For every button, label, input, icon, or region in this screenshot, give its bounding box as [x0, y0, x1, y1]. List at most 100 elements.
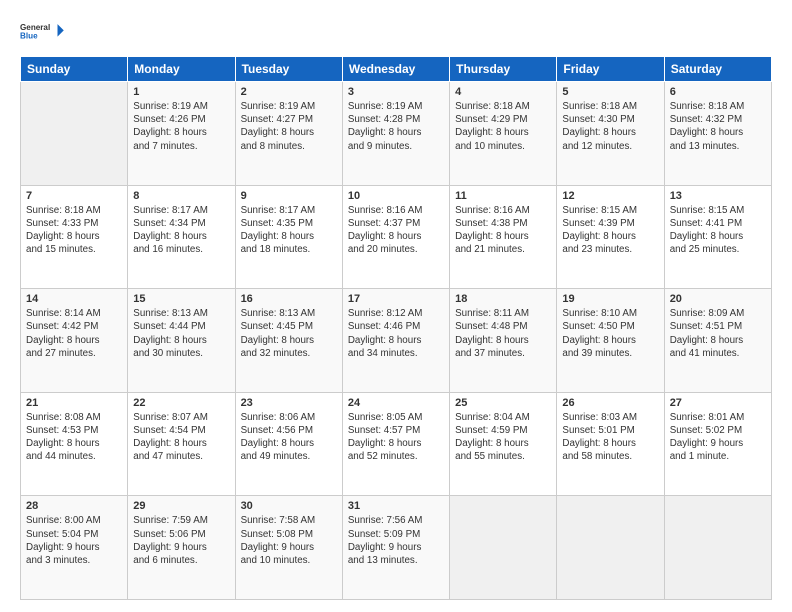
day-info: Sunrise: 8:18 AMSunset: 4:32 PMDaylight:…: [670, 100, 766, 153]
calendar-cell: 20 Sunrise: 8:09 AMSunset: 4:51 PMDayligh…: [664, 289, 771, 393]
day-info: Sunrise: 8:18 AMSunset: 4:33 PMDaylight:…: [26, 204, 122, 257]
day-number: 25: [455, 397, 551, 409]
day-info: Sunrise: 7:59 AMSunset: 5:06 PMDaylight:…: [133, 514, 229, 567]
calendar-cell: [450, 496, 557, 600]
day-number: 23: [241, 397, 337, 409]
calendar-cell: 11 Sunrise: 8:16 AMSunset: 4:38 PMDayligh…: [450, 185, 557, 289]
day-number: 19: [562, 293, 658, 305]
day-info: Sunrise: 8:18 AMSunset: 4:30 PMDaylight:…: [562, 100, 658, 153]
column-header-friday: Friday: [557, 57, 664, 82]
logo: GeneralBlue: [20, 16, 70, 46]
calendar-cell: 13 Sunrise: 8:15 AMSunset: 4:41 PMDayligh…: [664, 185, 771, 289]
day-number: 15: [133, 293, 229, 305]
day-number: 16: [241, 293, 337, 305]
calendar-cell: 18 Sunrise: 8:11 AMSunset: 4:48 PMDayligh…: [450, 289, 557, 393]
day-info: Sunrise: 8:14 AMSunset: 4:42 PMDaylight:…: [26, 307, 122, 360]
day-info: Sunrise: 8:03 AMSunset: 5:01 PMDaylight:…: [562, 411, 658, 464]
calendar-cell: 3Sunrise: 8:19 AMSunset: 4:28 PMDaylight…: [342, 82, 449, 186]
calendar-cell: 6 Sunrise: 8:18 AMSunset: 4:32 PMDaylight…: [664, 82, 771, 186]
day-number: 2: [241, 86, 337, 98]
calendar-cell: [664, 496, 771, 600]
calendar-cell: 15 Sunrise: 8:13 AMSunset: 4:44 PMDayligh…: [128, 289, 235, 393]
day-info: Sunrise: 8:15 AMSunset: 4:41 PMDaylight:…: [670, 204, 766, 257]
day-number: 27: [670, 397, 766, 409]
day-number: 31: [348, 500, 444, 512]
day-number: 4: [455, 86, 551, 98]
day-number: 13: [670, 190, 766, 202]
calendar-cell: 28Sunrise: 8:00 AMSunset: 5:04 PMDayligh…: [21, 496, 128, 600]
day-info: Sunrise: 7:56 AMSunset: 5:09 PMDaylight:…: [348, 514, 444, 567]
day-info: Sunrise: 8:17 AMSunset: 4:35 PMDaylight:…: [241, 204, 337, 257]
day-info: Sunrise: 8:09 AMSunset: 4:51 PMDaylight:…: [670, 307, 766, 360]
day-number: 10: [348, 190, 444, 202]
calendar-cell: 9 Sunrise: 8:17 AMSunset: 4:35 PMDaylight…: [235, 185, 342, 289]
calendar-cell: 29 Sunrise: 7:59 AMSunset: 5:06 PMDayligh…: [128, 496, 235, 600]
day-info: Sunrise: 8:15 AMSunset: 4:39 PMDaylight:…: [562, 204, 658, 257]
day-info: Sunrise: 7:58 AMSunset: 5:08 PMDaylight:…: [241, 514, 337, 567]
day-info: Sunrise: 8:05 AMSunset: 4:57 PMDaylight:…: [348, 411, 444, 464]
calendar-cell: 27 Sunrise: 8:01 AMSunset: 5:02 PMDayligh…: [664, 392, 771, 496]
calendar-cell: 5 Sunrise: 8:18 AMSunset: 4:30 PMDaylight…: [557, 82, 664, 186]
calendar-cell: 21 Sunrise: 8:08 AMSunset: 4:53 PMDayligh…: [21, 392, 128, 496]
calendar-cell: 24 Sunrise: 8:05 AMSunset: 4:57 PMDayligh…: [342, 392, 449, 496]
day-info: Sunrise: 8:07 AMSunset: 4:54 PMDaylight:…: [133, 411, 229, 464]
calendar-cell: 31 Sunrise: 7:56 AMSunset: 5:09 PMDayligh…: [342, 496, 449, 600]
day-number: 1: [133, 86, 229, 98]
column-header-saturday: Saturday: [664, 57, 771, 82]
calendar-cell: 17Sunrise: 8:12 AMSunset: 4:46 PMDayligh…: [342, 289, 449, 393]
day-info: Sunrise: 8:18 AMSunset: 4:29 PMDaylight:…: [455, 100, 551, 153]
svg-text:Blue: Blue: [20, 32, 38, 41]
day-number: 11: [455, 190, 551, 202]
day-number: 30: [241, 500, 337, 512]
day-info: Sunrise: 8:04 AMSunset: 4:59 PMDaylight:…: [455, 411, 551, 464]
calendar-cell: 1 Sunrise: 8:19 AMSunset: 4:26 PMDaylight…: [128, 82, 235, 186]
day-number: 29: [133, 500, 229, 512]
day-info: Sunrise: 8:00 AMSunset: 5:04 PMDaylight:…: [26, 514, 122, 567]
day-info: Sunrise: 8:16 AMSunset: 4:37 PMDaylight:…: [348, 204, 444, 257]
calendar-cell: [557, 496, 664, 600]
day-number: 24: [348, 397, 444, 409]
day-number: 17: [348, 293, 444, 305]
day-number: 26: [562, 397, 658, 409]
day-number: 18: [455, 293, 551, 305]
day-info: Sunrise: 8:13 AMSunset: 4:44 PMDaylight:…: [133, 307, 229, 360]
calendar-cell: 22 Sunrise: 8:07 AMSunset: 4:54 PMDayligh…: [128, 392, 235, 496]
day-info: Sunrise: 8:16 AMSunset: 4:38 PMDaylight:…: [455, 204, 551, 257]
column-header-thursday: Thursday: [450, 57, 557, 82]
calendar-cell: 16Sunrise: 8:13 AMSunset: 4:45 PMDayligh…: [235, 289, 342, 393]
day-number: 7: [26, 190, 122, 202]
calendar-cell: 19 Sunrise: 8:10 AMSunset: 4:50 PMDayligh…: [557, 289, 664, 393]
column-header-wednesday: Wednesday: [342, 57, 449, 82]
calendar-cell: 10 Sunrise: 8:16 AMSunset: 4:37 PMDayligh…: [342, 185, 449, 289]
day-number: 6: [670, 86, 766, 98]
calendar-page: GeneralBlue SundayMondayTuesdayWednesday…: [0, 0, 792, 612]
day-info: Sunrise: 8:19 AMSunset: 4:27 PMDaylight:…: [241, 100, 337, 153]
calendar-cell: 2 Sunrise: 8:19 AMSunset: 4:27 PMDaylight…: [235, 82, 342, 186]
column-header-tuesday: Tuesday: [235, 57, 342, 82]
calendar-cell: 7 Sunrise: 8:18 AMSunset: 4:33 PMDaylight…: [21, 185, 128, 289]
calendar-table: SundayMondayTuesdayWednesdayThursdayFrid…: [20, 56, 772, 600]
calendar-cell: 14 Sunrise: 8:14 AMSunset: 4:42 PMDayligh…: [21, 289, 128, 393]
calendar-cell: 8 Sunrise: 8:17 AMSunset: 4:34 PMDaylight…: [128, 185, 235, 289]
calendar-cell: 23Sunrise: 8:06 AMSunset: 4:56 PMDayligh…: [235, 392, 342, 496]
calendar-cell: 30 Sunrise: 7:58 AMSunset: 5:08 PMDayligh…: [235, 496, 342, 600]
day-info: Sunrise: 8:11 AMSunset: 4:48 PMDaylight:…: [455, 307, 551, 360]
day-number: 12: [562, 190, 658, 202]
calendar-cell: 12 Sunrise: 8:15 AMSunset: 4:39 PMDayligh…: [557, 185, 664, 289]
column-header-monday: Monday: [128, 57, 235, 82]
day-info: Sunrise: 8:10 AMSunset: 4:50 PMDaylight:…: [562, 307, 658, 360]
day-info: Sunrise: 8:19 AMSunset: 4:26 PMDaylight:…: [133, 100, 229, 153]
day-info: Sunrise: 8:01 AMSunset: 5:02 PMDaylight:…: [670, 411, 766, 464]
column-header-sunday: Sunday: [21, 57, 128, 82]
calendar-cell: [21, 82, 128, 186]
day-number: 9: [241, 190, 337, 202]
logo-icon: GeneralBlue: [20, 16, 70, 46]
day-number: 20: [670, 293, 766, 305]
day-number: 21: [26, 397, 122, 409]
day-number: 14: [26, 293, 122, 305]
day-info: Sunrise: 8:08 AMSunset: 4:53 PMDaylight:…: [26, 411, 122, 464]
day-info: Sunrise: 8:17 AMSunset: 4:34 PMDaylight:…: [133, 204, 229, 257]
day-number: 22: [133, 397, 229, 409]
day-number: 8: [133, 190, 229, 202]
day-number: 5: [562, 86, 658, 98]
